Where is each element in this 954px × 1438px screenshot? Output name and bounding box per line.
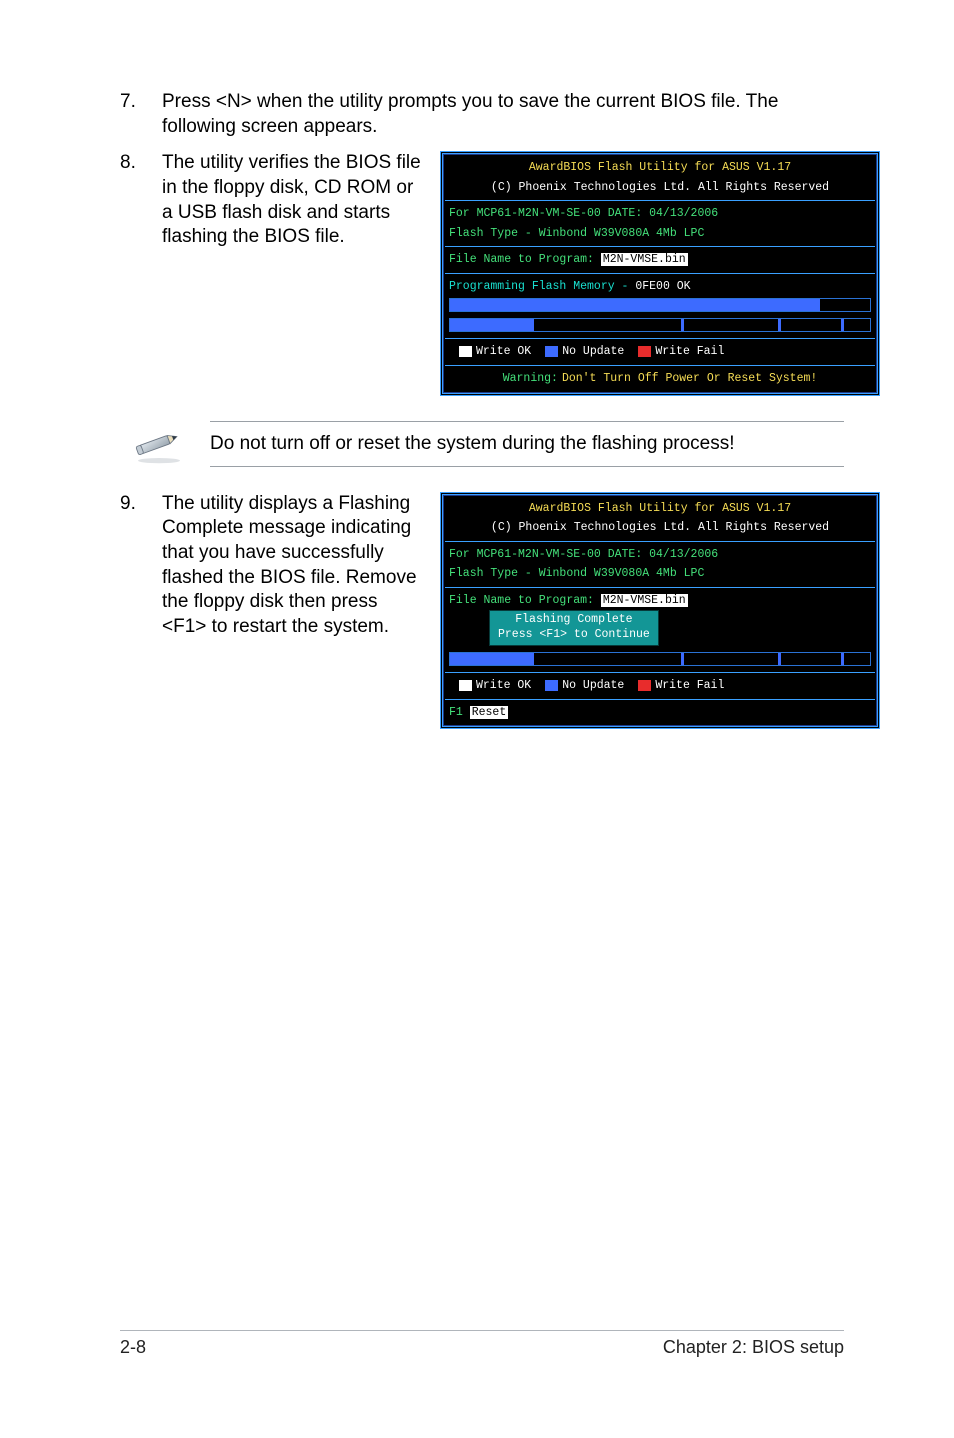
legend-no-update: No Update — [562, 679, 624, 692]
file-label: File Name to Program: — [449, 594, 601, 607]
flashing-complete-box: Flashing Complete Press <F1> to Continue — [489, 610, 659, 646]
term-warning: Warning:Don't Turn Off Power Or Reset Sy… — [449, 369, 871, 389]
term-title: AwardBIOS Flash Utility for ASUS V1.17 — [449, 499, 871, 519]
page-number: 2-8 — [120, 1337, 146, 1358]
term-prog-line: Programming Flash Memory - 0FE00 OK — [449, 277, 871, 297]
term-flash-type: Flash Type - Winbond W39V080A 4Mb LPC — [449, 224, 871, 244]
legend-write-ok: Write OK — [476, 345, 531, 358]
step-text: The utility verifies the BIOS file in th… — [162, 151, 422, 250]
legend-write-fail: Write Fail — [655, 679, 724, 692]
pencil-icon — [126, 418, 192, 470]
step-7: 7. Press <N> when the utility prompts yo… — [120, 90, 844, 139]
step-8: 8. The utility verifies the BIOS file in… — [120, 151, 844, 395]
term-file-line: File Name to Program: M2N-VMSE.bin — [449, 591, 871, 611]
step-9: 9. The utility displays a Flashing Compl… — [120, 492, 844, 730]
step-number: 7. — [120, 90, 162, 139]
term-legend: Write OK No Update Write Fail — [449, 342, 871, 362]
term-copyright: (C) Phoenix Technologies Ltd. All Rights… — [449, 518, 871, 538]
step-text: Press <N> when the utility prompts you t… — [162, 90, 844, 139]
swatch-no-update-icon — [545, 346, 558, 357]
term-copyright: (C) Phoenix Technologies Ltd. All Rights… — [449, 178, 871, 198]
term-reset-line: F1 Reset — [449, 703, 871, 723]
legend-no-update: No Update — [562, 345, 624, 358]
step-number: 9. — [120, 492, 162, 730]
step-text: The utility displays a Flashing Complete… — [162, 492, 422, 640]
swatch-no-update-icon — [545, 680, 558, 691]
legend-write-ok: Write OK — [476, 679, 531, 692]
term-title: AwardBIOS Flash Utility for ASUS V1.17 — [449, 158, 871, 178]
page-footer: 2-8 Chapter 2: BIOS setup — [120, 1330, 844, 1358]
flash-complete-text: Flashing Complete — [498, 613, 650, 628]
chapter-label: Chapter 2: BIOS setup — [663, 1337, 844, 1358]
step-body: The utility verifies the BIOS file in th… — [162, 151, 880, 395]
swatch-write-fail-icon — [638, 346, 651, 357]
file-name: M2N-VMSE.bin — [601, 594, 688, 607]
reset-label: Reset — [470, 706, 509, 719]
prog-value: 0FE00 OK — [635, 280, 690, 293]
swatch-write-fail-icon — [638, 680, 651, 691]
term-progress-bottom — [449, 318, 871, 332]
step-body: The utility displays a Flashing Complete… — [162, 492, 880, 730]
press-f1-text: Press <F1> to Continue — [498, 628, 650, 643]
prog-label: Programming Flash Memory - — [449, 280, 635, 293]
warning-note: Do not turn off or reset the system duri… — [120, 418, 844, 470]
swatch-write-ok-icon — [459, 346, 472, 357]
file-name: M2N-VMSE.bin — [601, 253, 688, 266]
f1-label: F1 — [449, 706, 470, 719]
step-number: 8. — [120, 151, 162, 395]
term-progress-top — [449, 298, 871, 312]
term-flash-type: Flash Type - Winbond W39V080A 4Mb LPC — [449, 564, 871, 584]
term-legend: Write OK No Update Write Fail — [449, 676, 871, 696]
bios-terminal-programming: AwardBIOS Flash Utility for ASUS V1.17 (… — [440, 151, 880, 395]
swatch-write-ok-icon — [459, 680, 472, 691]
term-progress — [449, 652, 871, 666]
bios-terminal-complete: AwardBIOS Flash Utility for ASUS V1.17 (… — [440, 492, 880, 730]
note-text: Do not turn off or reset the system duri… — [210, 433, 844, 455]
legend-write-fail: Write Fail — [655, 345, 724, 358]
term-file-line: File Name to Program: M2N-VMSE.bin — [449, 250, 871, 270]
term-for-line: For MCP61-M2N-VM-SE-00 DATE: 04/13/2006 — [449, 545, 871, 565]
file-label: File Name to Program: — [449, 253, 601, 266]
term-for-line: For MCP61-M2N-VM-SE-00 DATE: 04/13/2006 — [449, 204, 871, 224]
